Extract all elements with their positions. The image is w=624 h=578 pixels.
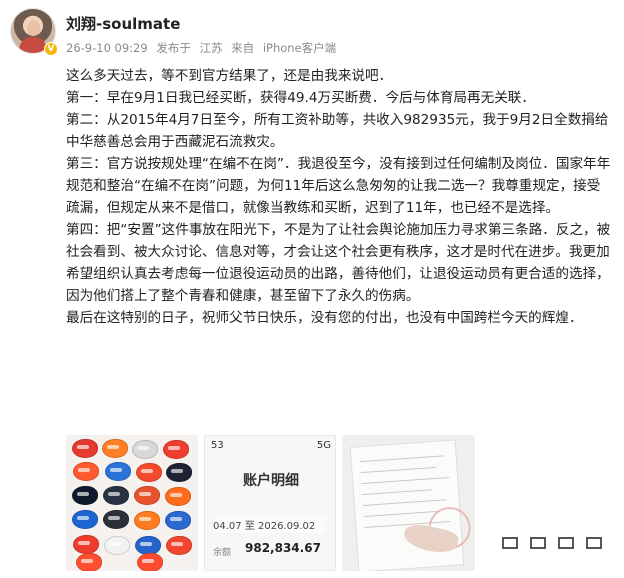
shoe-icon (73, 462, 99, 481)
post-image-grid: 53 5G 账户明细 04.07 至 2026.09.02 余额 982,834… (66, 435, 476, 571)
post-content: 这么多天过去，等不到官方结果了，还是由我来说吧． 第一：早在9月1日我已经买断，… (66, 65, 612, 329)
more-icon[interactable] (585, 534, 603, 552)
document-line (359, 455, 444, 463)
shoe-icon (163, 440, 189, 459)
statement-date-range: 04.07 至 2026.09.02 (213, 517, 325, 533)
shoe-icon (105, 462, 131, 481)
avatar-face (27, 20, 40, 36)
weibo-post-card: V 刘翔-soulmate 26-9-10 09:29 发布于 江苏 来自 iP… (0, 0, 624, 578)
post-paragraph: 第一：早在9月1日我已经买断，获得49.4万买断费．今后与体育局再无关联． (66, 90, 535, 106)
username[interactable]: 刘翔-soulmate (66, 13, 180, 34)
published-in-label: 发布于 (156, 41, 191, 55)
document-line (362, 499, 447, 507)
source-label: 来自 (231, 41, 255, 55)
shoe-icon (72, 510, 98, 529)
shoe-icon (166, 536, 192, 555)
post-paragraph: 这么多天过去，等不到官方结果了，还是由我来说吧． (66, 68, 393, 84)
phone-status-left: 53 (211, 440, 224, 451)
avatar-body (19, 37, 47, 53)
post-paragraph: 最后在这特别的日子，祝师父节日快乐，没有您的付出，也没有中国跨栏今天的辉煌． (66, 310, 583, 326)
shoe-icon (134, 511, 160, 530)
document-line (360, 466, 437, 474)
shoe-icon (103, 510, 129, 529)
shoe-icon (166, 463, 192, 482)
shoe-icon (102, 439, 128, 458)
shoe-icon (165, 511, 191, 530)
document-line (361, 476, 450, 485)
post-actions (501, 534, 606, 562)
post-paragraph: 第三：官方说按规处理“在编不在岗”．我退役至今，没有接到过任何编制及岗位．国家年… (66, 156, 611, 216)
spikes-photo[interactable] (66, 435, 198, 571)
shoe-icon (73, 535, 99, 554)
shoe-icon (165, 487, 191, 506)
shoe-icon (72, 486, 98, 505)
client-name: iPhone客户端 (262, 41, 337, 55)
post-paragraph: 第二：从2015年4月7日至今，所有工资补助等，共收入982935元，我于9月2… (66, 112, 609, 150)
like-icon[interactable] (557, 534, 575, 552)
location: 江苏 (199, 41, 223, 55)
document-line (363, 510, 438, 518)
bank-statement-image[interactable]: 53 5G 账户明细 04.07 至 2026.09.02 余额 982,834… (204, 435, 336, 571)
document-photo[interactable] (342, 435, 475, 571)
shoe-icon (132, 440, 158, 459)
statement-balance: 982,834.67 (245, 541, 321, 555)
shoe-icon (76, 553, 102, 571)
shoe-icon (136, 463, 162, 482)
phone-status-bar: 53 5G (205, 436, 335, 456)
shoe-icon (72, 439, 98, 458)
verified-badge-icon: V (44, 42, 58, 56)
post-date: 26-9-10 09:29 (66, 41, 148, 55)
share-icon[interactable] (501, 534, 519, 552)
document-line (362, 489, 432, 496)
phone-status-right: 5G (316, 440, 331, 451)
shoe-icon (134, 486, 160, 505)
post-paragraph: 第四：把“安置”这件事放在阳光下，不是为了让社会舆论施加压力寻求第三条路．反之，… (66, 222, 611, 304)
shoe-icon (103, 486, 129, 505)
post-meta: 26-9-10 09:29 发布于 江苏 来自 iPhone客户端 (66, 40, 341, 56)
statement-title: 账户明细 (243, 473, 299, 489)
shoe-icon (137, 553, 163, 571)
statement-balance-label: 余额 (213, 548, 232, 558)
comment-icon[interactable] (529, 534, 547, 552)
shoe-icon (104, 536, 130, 555)
